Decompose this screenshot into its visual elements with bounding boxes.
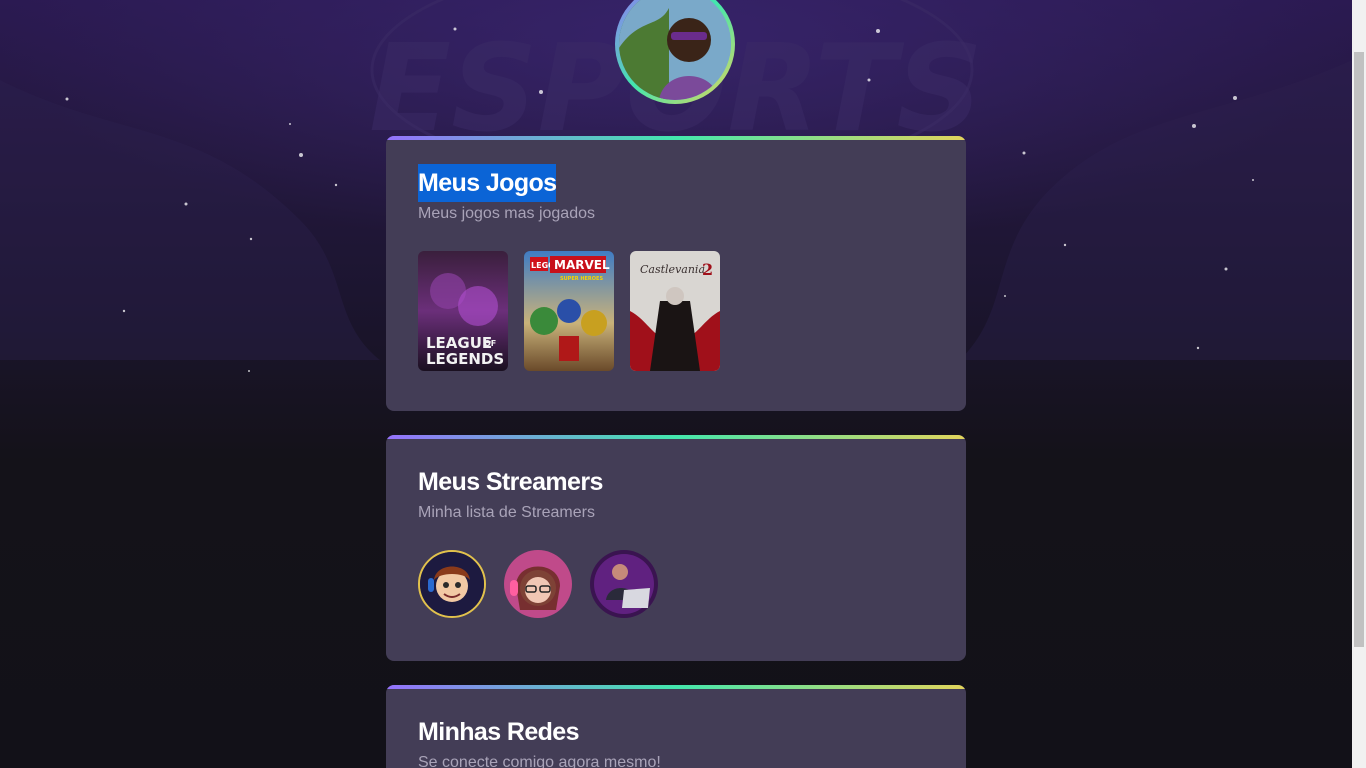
streamer-avatar-1[interactable] — [418, 550, 486, 618]
castlevania-cover-text-2: 2 — [702, 260, 713, 279]
games-title: Meus Jogos — [418, 164, 557, 202]
streamer-avatar-2[interactable] — [504, 550, 572, 618]
streamer-avatar-3[interactable] — [590, 550, 658, 618]
lol-cover-text-2: OF — [484, 339, 496, 348]
social-card: Minhas Redes Se conecte comigo agora mes… — [386, 685, 966, 768]
streamers-card: Meus Streamers Minha lista de Streamers — [386, 435, 966, 661]
castlevania-cover-text-1: Castlevania — [640, 263, 705, 276]
games-card: Meus Jogos Meus jogos mas jogados LEAGUE… — [386, 136, 966, 411]
social-title: Minhas Redes — [418, 718, 580, 746]
streamers-title: Meus Streamers — [418, 468, 603, 496]
games-list: LEAGUE OF LEGENDS LEGO MARVEL SUPER HERO… — [418, 251, 934, 371]
game-cover-castlevania[interactable]: Castlevania 2 — [630, 251, 720, 371]
social-subtitle: Se conecte comigo agora mesmo! — [418, 754, 661, 768]
streamers-subtitle: Minha lista de Streamers — [418, 504, 595, 521]
page-scrollbar[interactable] — [1352, 0, 1366, 768]
game-cover-league-of-legends[interactable]: LEAGUE OF LEGENDS — [418, 251, 508, 371]
profile-photo — [619, 0, 731, 100]
scrollbar-thumb[interactable] — [1354, 52, 1364, 647]
lol-cover-text-3: LEGENDS — [426, 350, 504, 368]
profile-avatar — [615, 0, 735, 104]
profile-photo-image — [619, 0, 731, 100]
games-subtitle: Meus jogos mas jogados — [418, 205, 595, 222]
streamers-list — [418, 550, 934, 618]
lego-cover-text-3: SUPER HEROES — [560, 276, 603, 282]
lego-cover-text-2: MARVEL — [554, 258, 610, 272]
game-cover-lego-marvel[interactable]: LEGO MARVEL SUPER HEROES — [524, 251, 614, 371]
